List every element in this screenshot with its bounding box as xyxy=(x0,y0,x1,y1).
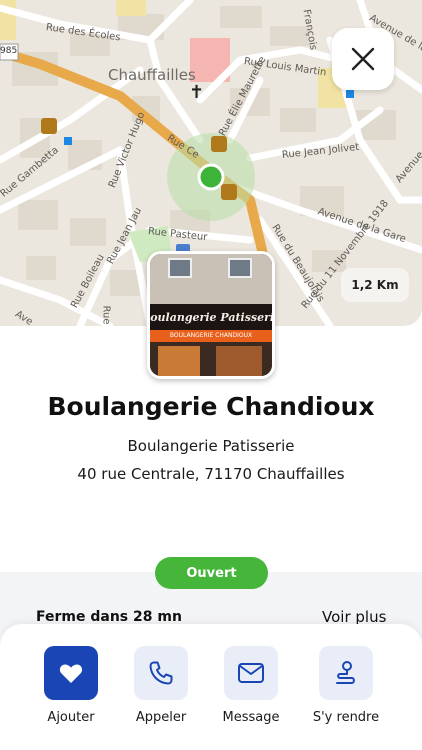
photo-window xyxy=(228,258,252,278)
directions-button[interactable]: S'y rendre xyxy=(301,646,391,725)
call-label: Appeler xyxy=(135,710,187,725)
photo-sign-text: Boulangerie Patisserie xyxy=(150,304,272,330)
favorite-icon-box xyxy=(44,646,98,700)
message-icon-box xyxy=(224,646,278,700)
directions-icon-box xyxy=(319,646,373,700)
favorite-label: Ajouter xyxy=(47,710,95,725)
photo-window xyxy=(168,258,192,278)
heart-icon xyxy=(59,664,83,683)
open-status-badge: Ouvert xyxy=(155,557,268,589)
call-icon-box xyxy=(134,646,188,700)
photo-awning-text: BOULANGERIE CHANDIOUX xyxy=(150,330,272,342)
favorite-button[interactable]: Ajouter xyxy=(26,646,116,725)
directions-icon xyxy=(336,661,355,684)
street-label: Rue de xyxy=(100,305,112,327)
close-button[interactable] xyxy=(332,28,394,90)
mail-icon xyxy=(238,663,264,683)
distance-badge: 1,2 Km xyxy=(341,268,409,302)
phone-icon xyxy=(149,661,173,685)
store-category: Boulangerie Patisserie xyxy=(127,437,295,455)
store-name: Boulangerie Chandioux xyxy=(47,392,375,421)
road-number-label: 985 xyxy=(0,46,18,56)
message-button[interactable]: Message xyxy=(206,646,296,725)
closing-time-text: Ferme dans 28 mn xyxy=(36,609,182,625)
close-icon xyxy=(351,47,375,71)
svg-text:✝: ✝ xyxy=(189,82,204,103)
photo-storefront xyxy=(150,342,272,376)
action-bar: Ajouter Appeler Message S'y rendre xyxy=(0,624,422,750)
directions-label: S'y rendre xyxy=(312,710,380,725)
call-button[interactable]: Appeler xyxy=(116,646,206,725)
store-photo: Boulangerie Patisserie BOULANGERIE CHAND… xyxy=(147,251,275,379)
map-town-label: Chauffailles xyxy=(108,66,196,84)
message-label: Message xyxy=(222,710,280,725)
store-address: 40 rue Centrale, 71170 Chauffailles xyxy=(77,465,345,483)
